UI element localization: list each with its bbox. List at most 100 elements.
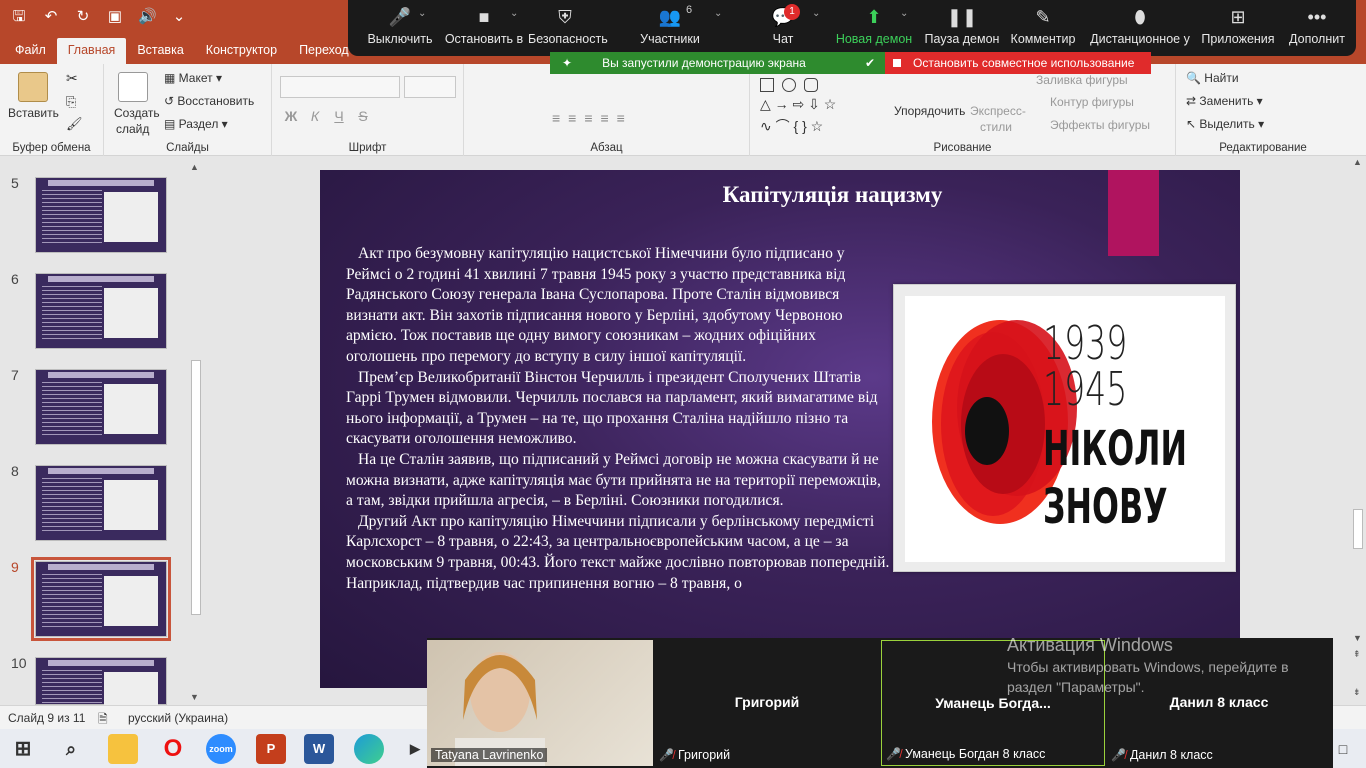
- paste-icon[interactable]: [18, 72, 48, 102]
- thumbnails-scrollbar[interactable]: ▲ ▼: [188, 160, 204, 705]
- customize-icon[interactable]: ⌄: [170, 7, 188, 27]
- chat-label: Чат: [772, 32, 794, 46]
- rounded-rect-shape-icon[interactable]: [804, 78, 818, 92]
- scroll-up-icon[interactable]: ▲: [190, 162, 199, 172]
- slide-thumbnail[interactable]: [35, 177, 167, 253]
- scroll-down-icon[interactable]: ▼: [1353, 633, 1362, 643]
- undo-icon[interactable]: ↶: [42, 7, 60, 27]
- scroll-down-icon[interactable]: ▼: [190, 692, 199, 702]
- copy-icon[interactable]: ⎘: [66, 94, 76, 110]
- shape-outline-button[interactable]: Контур фигуры: [1050, 95, 1134, 109]
- file-explorer-icon[interactable]: [108, 734, 138, 764]
- oval-shape-icon[interactable]: [782, 78, 796, 92]
- new-slide-label-2[interactable]: слайд: [116, 122, 149, 136]
- mouse-icon: ⬮: [1134, 7, 1146, 27]
- slide-title[interactable]: Капітуляція нацизму: [320, 182, 1240, 208]
- select-button[interactable]: ↖ Выделить ▾: [1186, 117, 1264, 131]
- arrow-shapes-icon[interactable]: △ → ⇨ ⇩ ☆: [760, 96, 836, 113]
- redo-icon[interactable]: ↻: [74, 7, 92, 27]
- quick-styles-label-1[interactable]: Экспресс-: [970, 104, 1026, 118]
- scroll-up-icon[interactable]: ▲: [1353, 157, 1362, 167]
- font-size-input[interactable]: [404, 76, 456, 98]
- chevron-down-icon[interactable]: ⌄: [510, 8, 518, 19]
- paragraph-group: ≡≡≡≡≡ Абзац: [464, 64, 750, 156]
- edge-icon[interactable]: [354, 734, 384, 764]
- security-button[interactable]: ⛨ Безопасность: [528, 4, 608, 52]
- shape-fill-button[interactable]: Заливка фигуры: [1036, 73, 1128, 87]
- zoom-app-icon[interactable]: zoom: [206, 734, 236, 764]
- tab-insert[interactable]: Вставка: [126, 38, 194, 64]
- annotate-button[interactable]: ✎ Комментир: [1008, 4, 1078, 52]
- opera-icon[interactable]: O: [158, 734, 188, 764]
- remote-control-button[interactable]: ⬮ Дистанционное у: [1088, 4, 1192, 52]
- participant-tile-self[interactable]: Tatyana Lavrinenko: [427, 640, 653, 766]
- find-button[interactable]: 🔍 Найти: [1186, 71, 1239, 85]
- layout-button[interactable]: ▦ Макет ▾: [164, 71, 222, 85]
- arrange-button[interactable]: Упорядочить: [894, 104, 965, 118]
- section-button[interactable]: ▤ Раздел ▾: [164, 117, 228, 131]
- scroll-thumb[interactable]: [1353, 509, 1363, 549]
- present-icon[interactable]: ▣: [106, 7, 124, 27]
- pin-icon[interactable]: ✦: [562, 56, 572, 70]
- stop-video-label: Остановить в: [444, 32, 524, 46]
- curve-shapes-icon[interactable]: ∿ ⌒ { } ☆: [760, 116, 823, 136]
- paste-button[interactable]: Вставить: [8, 106, 59, 120]
- tab-home[interactable]: Главная: [56, 38, 127, 64]
- more-button[interactable]: ••• Дополнит: [1282, 4, 1352, 52]
- slide-canvas[interactable]: Капітуляція нацизму Акт про безумовну ка…: [320, 170, 1240, 688]
- next-slide-icon[interactable]: ⇟: [1353, 687, 1361, 698]
- slide-counter[interactable]: Слайд 9 из 11: [8, 711, 85, 725]
- cut-icon[interactable]: ✂: [66, 70, 78, 87]
- underline-button[interactable]: Ч: [330, 108, 348, 124]
- pause-share-button[interactable]: ❚❚ Пауза демон: [924, 4, 1000, 52]
- replace-button[interactable]: ⇄ Заменить ▾: [1186, 94, 1263, 108]
- apps-button[interactable]: ⊞ Приложения: [1200, 4, 1276, 52]
- quick-styles-label-2[interactable]: стили: [980, 120, 1012, 134]
- rectangle-shape-icon[interactable]: [760, 78, 774, 92]
- slide-thumbnail[interactable]: [35, 369, 167, 445]
- reset-button[interactable]: ↺ Восстановить: [164, 94, 254, 108]
- chevron-down-icon[interactable]: ⌄: [900, 8, 908, 19]
- slide-thumbnails-panel[interactable]: 5 6 7 8 9 10: [0, 157, 204, 726]
- chevron-down-icon[interactable]: ⌄: [714, 8, 722, 19]
- stop-share-button[interactable]: Остановить совместное использование: [885, 52, 1151, 74]
- shape-effects-button[interactable]: Эффекты фигуры: [1050, 118, 1150, 132]
- slide-body-text[interactable]: Акт про безумовну капітуляцію нацистсько…: [346, 244, 891, 594]
- slide-thumbnail[interactable]: [35, 465, 167, 541]
- chevron-down-icon[interactable]: ⌄: [418, 8, 426, 19]
- mute-button[interactable]: 🎤 Выключить: [358, 4, 442, 52]
- poster-image-frame[interactable]: 1939 1945 НІКОЛИ ЗНОВУ: [893, 284, 1236, 572]
- language-indicator[interactable]: русский (Украина): [128, 711, 228, 725]
- participant-tile[interactable]: Григорий 🎤̸ Григорий: [655, 640, 879, 766]
- media-player-icon[interactable]: ▶: [400, 734, 430, 764]
- activation-line-2: раздел "Параметры".: [1007, 679, 1145, 695]
- shapes-gallery[interactable]: △ → ⇨ ⇩ ☆ ∿ ⌒ { } ☆: [758, 76, 890, 134]
- tab-design[interactable]: Конструктор: [195, 38, 288, 64]
- participants-button[interactable]: 👥 Участники: [632, 4, 708, 52]
- previous-slide-icon[interactable]: ⇞: [1353, 649, 1361, 660]
- search-icon[interactable]: ⌕: [56, 734, 86, 764]
- slide-thumbnail[interactable]: [35, 273, 167, 349]
- italic-button[interactable]: К: [306, 108, 324, 124]
- strikethrough-button[interactable]: S: [354, 108, 372, 124]
- save-icon[interactable]: 🖫: [10, 7, 28, 27]
- align-buttons[interactable]: ≡≡≡≡≡: [552, 110, 633, 126]
- scroll-thumb[interactable]: [191, 360, 201, 615]
- powerpoint-icon[interactable]: P: [256, 734, 286, 764]
- drawing-group-label: Рисование: [933, 142, 992, 154]
- slide-thumbnail[interactable]: [35, 657, 167, 726]
- windows-start-icon[interactable]: ⊞: [8, 734, 38, 764]
- tab-file[interactable]: Файл: [4, 38, 57, 64]
- font-name-input[interactable]: [280, 76, 400, 98]
- new-slide-label-1[interactable]: Создать: [114, 106, 160, 120]
- chevron-down-icon[interactable]: ⌄: [812, 8, 820, 19]
- bold-button[interactable]: Ж: [282, 108, 300, 124]
- slide-scrollbar[interactable]: ▲ ▼ ⇞ ⇟: [1350, 157, 1366, 705]
- word-icon[interactable]: W: [304, 734, 334, 764]
- shield-check-icon: ✔: [864, 56, 875, 70]
- new-slide-icon[interactable]: [118, 72, 148, 102]
- volume-icon[interactable]: 🔊: [138, 7, 157, 27]
- slide-thumbnail[interactable]: [31, 557, 171, 641]
- format-painter-icon[interactable]: 🖌: [66, 116, 83, 132]
- spellcheck-icon[interactable]: 🗎: [98, 710, 108, 731]
